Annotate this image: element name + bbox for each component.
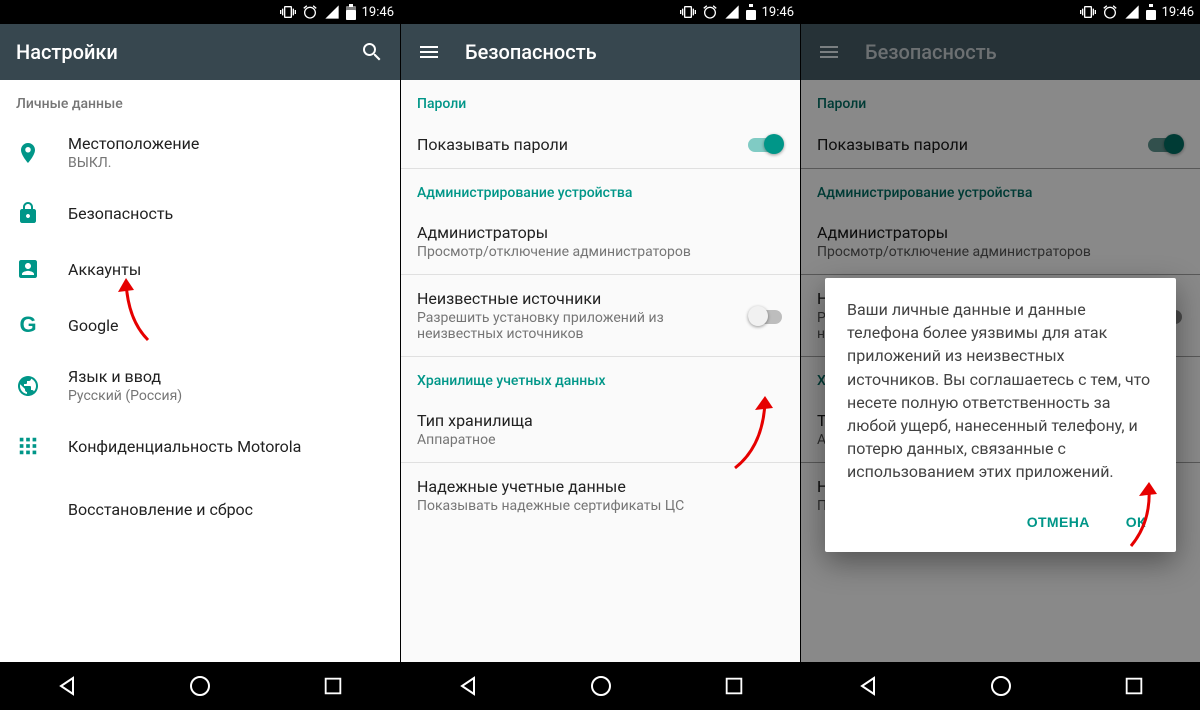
alarm-icon xyxy=(702,4,718,20)
item-privacy[interactable]: Конфиденциальность Motorola xyxy=(0,418,400,474)
section-admin: Администрирование устройства xyxy=(401,169,800,209)
google-icon: G xyxy=(16,313,40,337)
battery-icon xyxy=(746,4,756,20)
status-bar: 19:46 xyxy=(401,0,800,24)
row-title: Показывать пароли xyxy=(417,135,736,154)
nav-home[interactable] xyxy=(988,673,1014,699)
nav-home[interactable] xyxy=(588,673,614,699)
search-icon[interactable] xyxy=(360,40,384,64)
battery-icon xyxy=(1146,4,1156,20)
row-show-passwords[interactable]: Показывать пароли xyxy=(401,120,800,168)
section-passwords: Пароли xyxy=(401,80,800,120)
item-location[interactable]: Местоположение ВЫКЛ. xyxy=(0,120,400,185)
toolbar: Безопасность xyxy=(801,24,1200,80)
item-title: Конфиденциальность Motorola xyxy=(68,437,384,456)
toolbar: Безопасность xyxy=(401,24,800,80)
section-personal: Личные данные xyxy=(0,80,400,120)
nav-back[interactable] xyxy=(455,673,481,699)
item-restore[interactable]: Восстановление и сброс xyxy=(0,474,400,530)
nav-home[interactable] xyxy=(187,673,213,699)
page-title: Безопасность xyxy=(465,40,784,64)
privacy-icon xyxy=(16,434,40,458)
ok-button[interactable]: ОК xyxy=(1120,508,1152,536)
vibrate-icon xyxy=(1080,4,1096,20)
row-title: Тип хранилища xyxy=(417,411,784,430)
row-trusted[interactable]: Надежные учетные данные Показывать надеж… xyxy=(401,463,800,528)
cancel-button[interactable]: ОТМЕНА xyxy=(1021,508,1096,536)
page-title: Безопасность xyxy=(865,40,1184,64)
battery-icon xyxy=(346,4,356,20)
item-sub: Русский (Россия) xyxy=(68,388,384,404)
row-title: Администраторы xyxy=(417,223,784,242)
item-title: Восстановление и сброс xyxy=(68,500,384,519)
item-sub: ВЫКЛ. xyxy=(68,155,384,171)
toolbar: Настройки xyxy=(0,24,400,80)
account-icon xyxy=(16,257,40,281)
item-accounts[interactable]: Аккаунты xyxy=(0,241,400,297)
alarm-icon xyxy=(302,4,318,20)
navbar xyxy=(401,662,800,710)
item-language[interactable]: Язык и ввод Русский (Россия) xyxy=(0,353,400,418)
row-title: Надежные учетные данные xyxy=(417,477,784,496)
signal-icon xyxy=(724,4,740,20)
nav-recent[interactable] xyxy=(320,673,346,699)
row-sub: Просмотр/отключение администраторов xyxy=(417,244,784,260)
nav-back[interactable] xyxy=(54,673,80,699)
alarm-icon xyxy=(1102,4,1118,20)
row-admins[interactable]: Администраторы Просмотр/отключение админ… xyxy=(401,209,800,274)
vibrate-icon xyxy=(280,4,296,20)
row-sub: Разрешить установку приложений из неизве… xyxy=(417,310,736,342)
signal-icon xyxy=(1124,4,1140,20)
nav-recent[interactable] xyxy=(1121,673,1147,699)
menu-icon[interactable] xyxy=(417,40,441,64)
row-title: Неизвестные источники xyxy=(417,289,736,308)
screen-security-dialog: 19:46 Безопасность Пароли Показывать пар… xyxy=(800,0,1200,710)
navbar xyxy=(801,662,1200,710)
row-sub: Аппаратное xyxy=(417,432,784,448)
status-bar: 19:46 xyxy=(801,0,1200,24)
dialog-text: Ваши личные данные и данные телефона бол… xyxy=(847,298,1154,484)
location-icon xyxy=(16,141,40,165)
menu-icon xyxy=(817,40,841,64)
screen-security: 19:46 Безопасность Пароли Показывать пар… xyxy=(400,0,800,710)
toggle-unknown-sources[interactable] xyxy=(748,306,784,326)
page-title: Настройки xyxy=(16,40,336,64)
item-title: Аккаунты xyxy=(68,260,384,279)
item-title: Google xyxy=(68,316,384,335)
item-title: Местоположение xyxy=(68,134,384,153)
status-time: 19:46 xyxy=(762,5,794,20)
security-list: Пароли Показывать пароли Администрирован… xyxy=(401,80,800,662)
security-list-dimmed: Пароли Показывать пароли Администрирован… xyxy=(801,80,1200,662)
status-time: 19:46 xyxy=(362,5,394,20)
language-icon xyxy=(16,374,40,398)
toggle-show-passwords[interactable] xyxy=(748,134,784,154)
row-sub: Показывать надежные сертификаты ЦС xyxy=(417,498,784,514)
screen-settings: 19:46 Настройки Личные данные Местополож… xyxy=(0,0,400,710)
item-google[interactable]: G Google xyxy=(0,297,400,353)
item-title: Язык и ввод xyxy=(68,367,384,386)
nav-back[interactable] xyxy=(855,673,881,699)
row-storage-type[interactable]: Тип хранилища Аппаратное xyxy=(401,397,800,462)
vibrate-icon xyxy=(680,4,696,20)
confirm-dialog: Ваши личные данные и данные телефона бол… xyxy=(825,278,1176,552)
status-time: 19:46 xyxy=(1162,5,1194,20)
settings-list: Личные данные Местоположение ВЫКЛ. Безоп… xyxy=(0,80,400,662)
signal-icon xyxy=(324,4,340,20)
row-unknown-sources[interactable]: Неизвестные источники Разрешить установк… xyxy=(401,275,800,356)
item-security[interactable]: Безопасность xyxy=(0,185,400,241)
navbar xyxy=(0,662,400,710)
item-title: Безопасность xyxy=(68,204,384,223)
nav-recent[interactable] xyxy=(721,673,747,699)
section-credstore: Хранилище учетных данных xyxy=(401,357,800,397)
lock-icon xyxy=(16,201,40,225)
status-bar: 19:46 xyxy=(0,0,400,24)
